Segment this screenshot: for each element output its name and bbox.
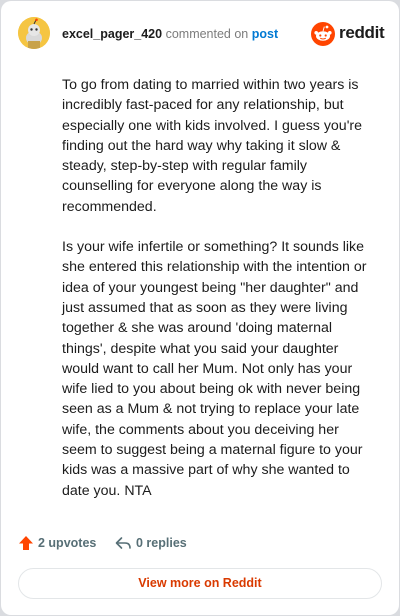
upvote-button[interactable]: 2 upvotes: [18, 535, 96, 551]
upvote-count: 2 upvotes: [38, 536, 97, 550]
reddit-logo[interactable]: reddit: [311, 22, 387, 46]
reddit-logo-icon: [311, 22, 335, 46]
comment-embed-card: excel_pager_420 commented on post reddit…: [1, 1, 399, 615]
upvote-arrow-icon: [19, 536, 33, 550]
reddit-wordmark: reddit: [339, 23, 385, 42]
comment-body: To go from dating to married within two …: [62, 75, 368, 521]
avatar[interactable]: [18, 17, 50, 49]
reply-button[interactable]: 0 replies: [115, 535, 187, 551]
action-text: commented on: [165, 27, 249, 41]
post-link[interactable]: post: [252, 27, 278, 41]
username[interactable]: excel_pager_420: [62, 27, 162, 41]
comment-paragraph-2: Is your wife infertile or something? It …: [62, 239, 367, 499]
comment-paragraph-1: To go from dating to married within two …: [62, 77, 363, 215]
reply-arrow-icon: [115, 537, 131, 549]
view-more-button[interactable]: View more on Reddit: [18, 568, 382, 599]
reply-count: 0 replies: [136, 536, 187, 550]
comment-header: excel_pager_420 commented on post: [62, 27, 278, 41]
